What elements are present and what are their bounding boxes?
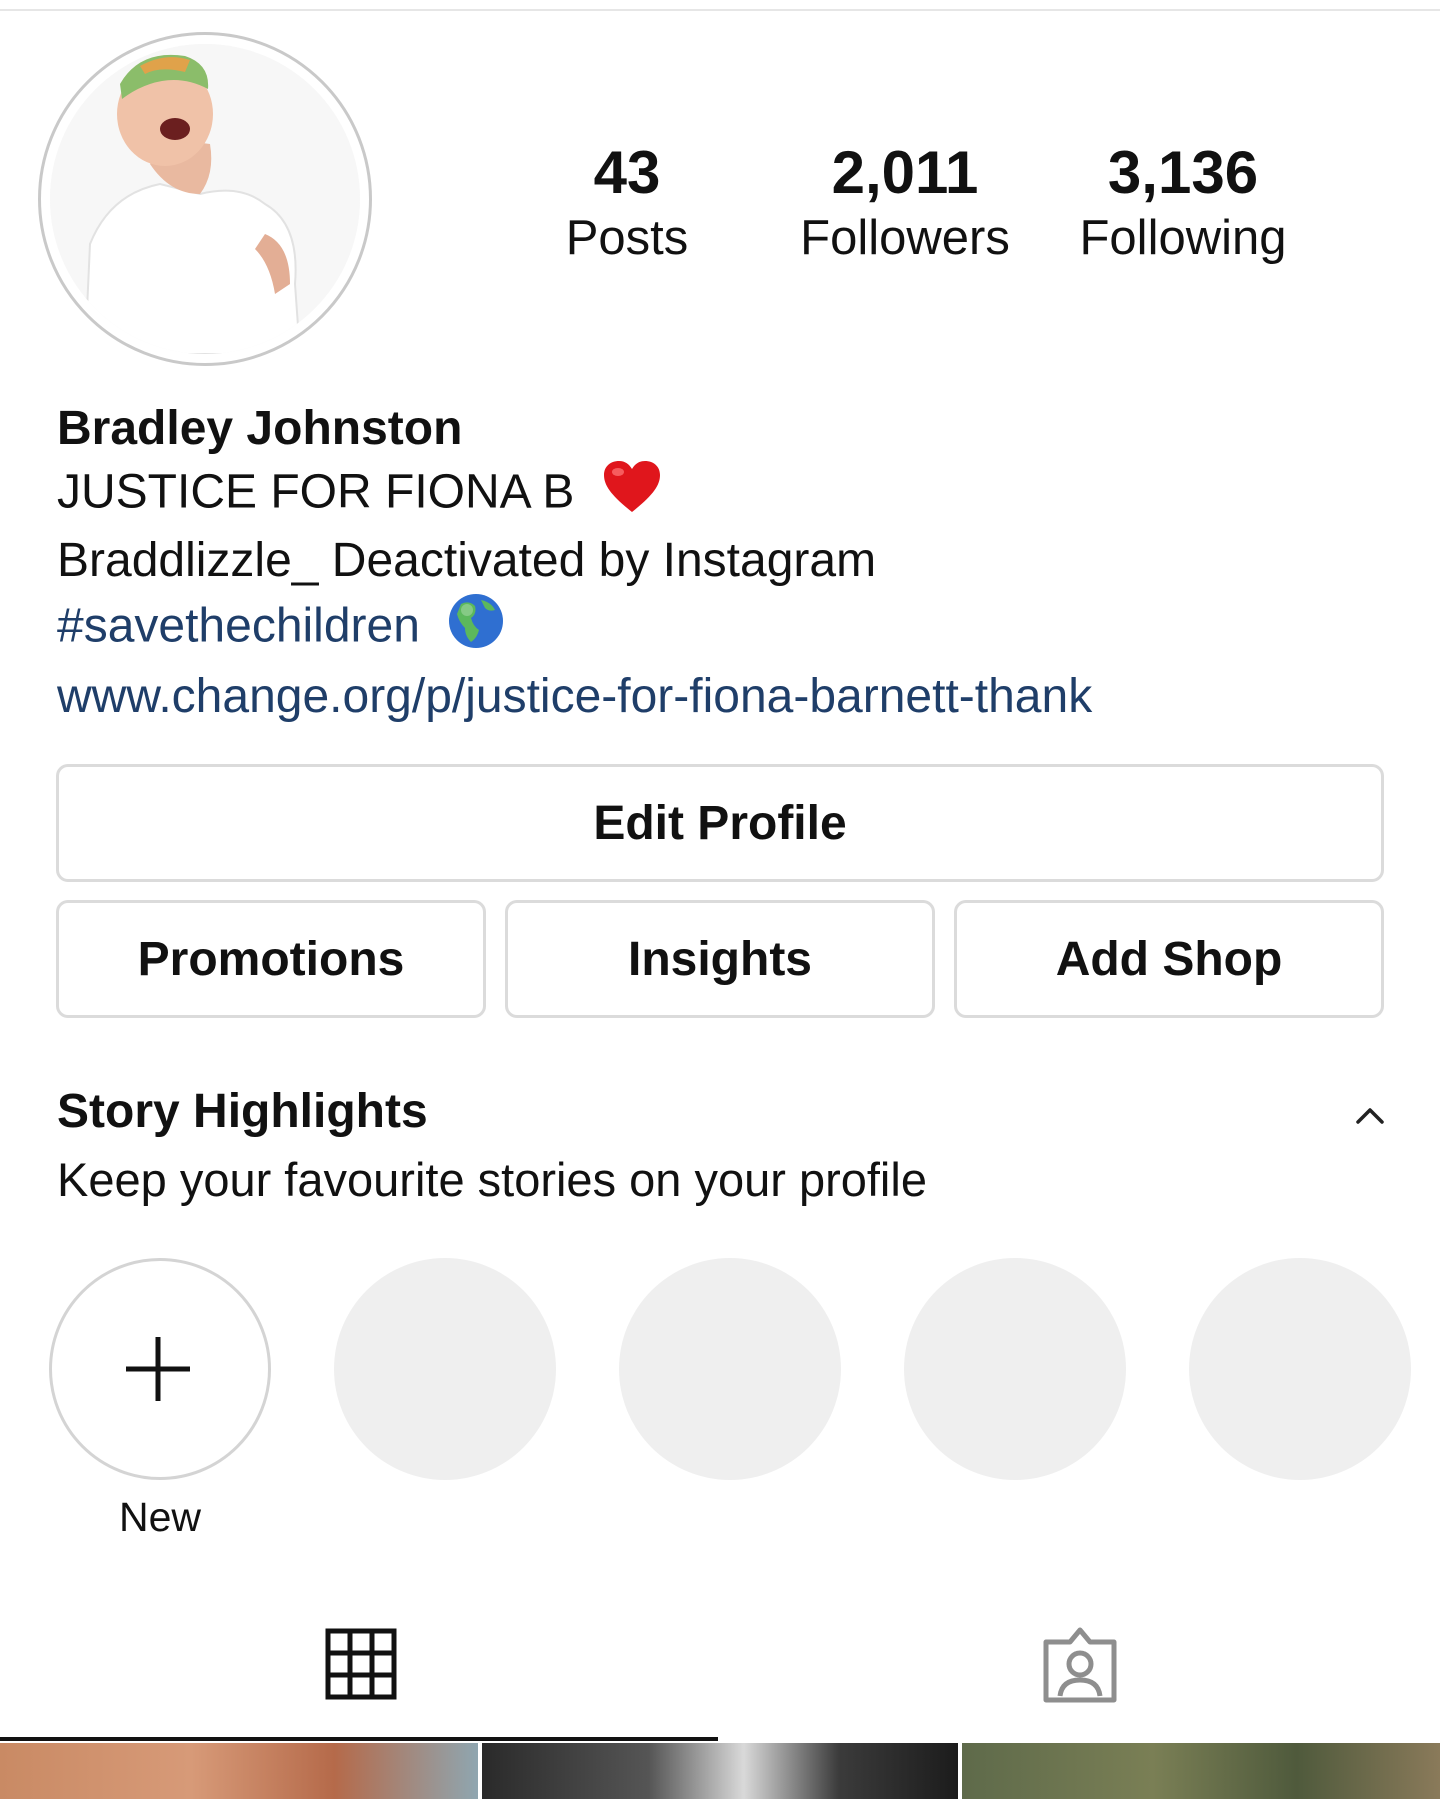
profile-bio: Bradley Johnston JUSTICE FOR FIONA B Bra…	[57, 398, 1397, 728]
active-tab-indicator	[0, 1737, 718, 1741]
posts-label: Posts	[565, 211, 689, 265]
following-value: 3,136	[1107, 139, 1259, 206]
profile-name: Bradley Johnston	[57, 402, 463, 455]
followers-count[interactable]: 2,011 Followers	[785, 138, 1025, 268]
avatar[interactable]	[50, 44, 360, 354]
post-thumbnail[interactable]	[962, 1743, 1440, 1799]
bio-line-2: Braddlizzle_ Deactivated by Instagram	[57, 534, 877, 587]
grid-icon[interactable]	[325, 1628, 397, 1700]
post-thumbnail[interactable]	[0, 1743, 478, 1799]
following-label: Following	[1079, 211, 1287, 265]
followers-value: 2,011	[831, 139, 979, 206]
plus-icon[interactable]	[122, 1333, 194, 1405]
new-highlight-label: New	[118, 1494, 202, 1540]
posts-count[interactable]: 43 Posts	[507, 138, 747, 268]
edit-profile-button[interactable]: Edit Profile	[56, 764, 1384, 882]
bio-line-1-text: JUSTICE FOR FIONA B	[57, 465, 575, 519]
bio-line-3: #savethechildren	[57, 592, 1397, 666]
highlight-placeholder	[334, 1258, 556, 1480]
hashtag-link[interactable]: #savethechildren	[57, 600, 420, 653]
following-count[interactable]: 3,136 Following	[1063, 138, 1303, 268]
highlight-placeholder	[1189, 1258, 1411, 1480]
globe-icon	[447, 592, 505, 666]
promotions-button[interactable]: Promotions	[56, 900, 486, 1018]
post-thumbnail[interactable]	[482, 1743, 958, 1799]
story-highlights-subtitle: Keep your favourite stories on your prof…	[57, 1153, 927, 1206]
chevron-up-icon[interactable]	[1350, 1100, 1390, 1130]
highlight-placeholder	[904, 1258, 1126, 1480]
tagged-person-icon[interactable]	[1040, 1626, 1120, 1704]
story-highlights-title: Story Highlights	[57, 1085, 428, 1138]
posts-value: 43	[593, 139, 661, 206]
red-heart-icon	[602, 460, 662, 530]
insights-button[interactable]: Insights	[505, 900, 935, 1018]
website-link[interactable]: www.change.org/p/justice-for-fiona-barne…	[57, 666, 1397, 728]
add-shop-button[interactable]: Add Shop	[954, 900, 1384, 1018]
highlight-placeholder	[619, 1258, 841, 1480]
top-divider	[0, 9, 1440, 11]
posts-grid	[0, 1743, 1440, 1799]
followers-label: Followers	[800, 211, 1010, 265]
bio-line-1: JUSTICE FOR FIONA B	[57, 460, 1397, 530]
